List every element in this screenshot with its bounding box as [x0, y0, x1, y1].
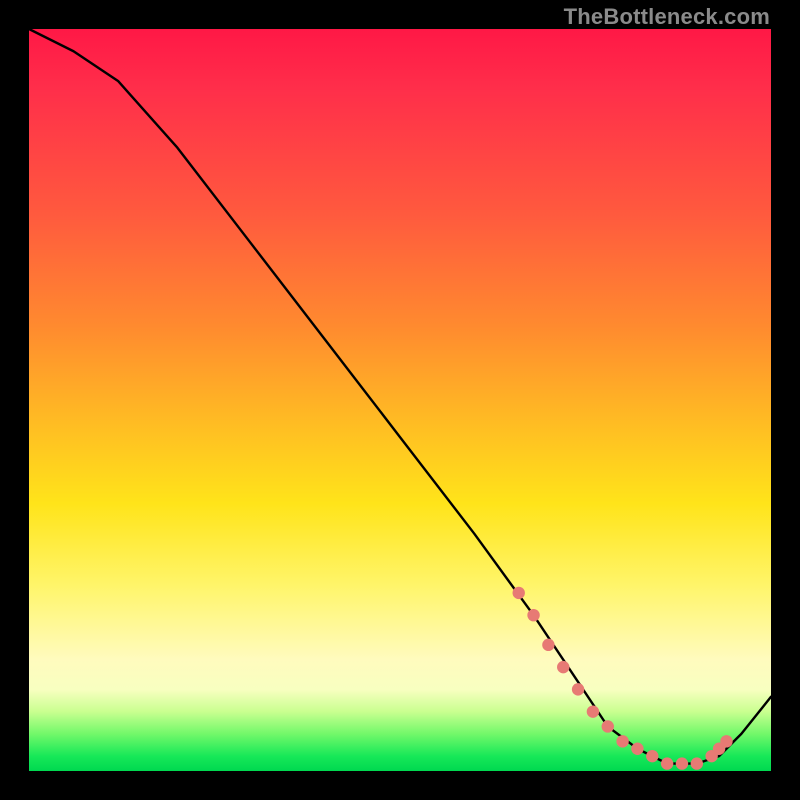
chart-overlay: [29, 29, 771, 771]
marker-point: [661, 757, 673, 769]
marker-point: [527, 609, 539, 621]
marker-point: [572, 683, 584, 695]
marker-point: [646, 750, 658, 762]
marker-point: [616, 735, 628, 747]
marker-point: [513, 587, 525, 599]
marker-point: [542, 639, 554, 651]
marker-point: [720, 735, 732, 747]
chart-frame: TheBottleneck.com: [0, 0, 800, 800]
marker-point: [676, 757, 688, 769]
marker-point: [587, 705, 599, 717]
marker-point: [602, 720, 614, 732]
bottleneck-curve: [29, 29, 771, 764]
marker-point: [691, 757, 703, 769]
marker-point: [631, 743, 643, 755]
marker-point: [557, 661, 569, 673]
watermark-label: TheBottleneck.com: [564, 4, 770, 30]
marker-group: [513, 587, 733, 770]
